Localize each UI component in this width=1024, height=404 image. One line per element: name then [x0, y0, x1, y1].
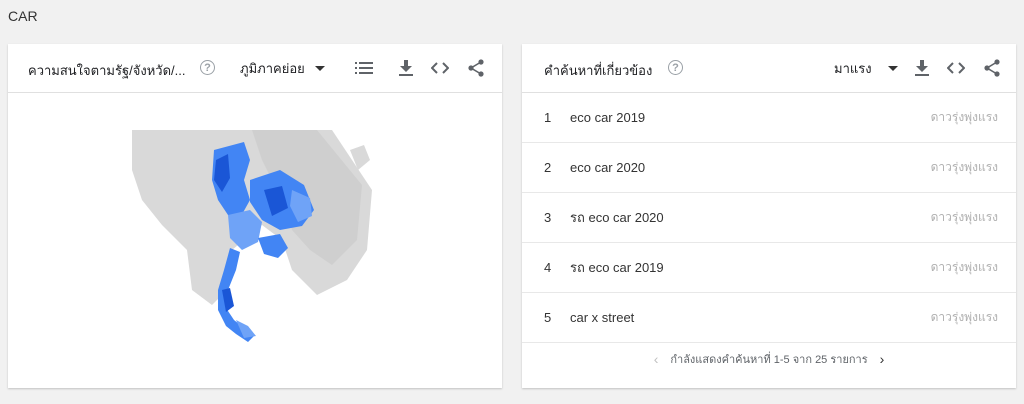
list-icon[interactable]	[354, 58, 374, 78]
query-text[interactable]: eco car 2019	[570, 110, 645, 125]
list-item[interactable]: 4 รถ eco car 2019 ดาวรุ่งพุ่งแรง	[522, 243, 1016, 293]
rank-number: 3	[544, 210, 552, 225]
card-title: ความสนใจตามรัฐ/จังหวัด/...	[28, 63, 186, 78]
trend-label: ดาวรุ่งพุ่งแรง	[930, 110, 998, 124]
page-title: CAR	[8, 8, 38, 24]
download-icon[interactable]	[912, 58, 932, 78]
chevron-right-icon[interactable]: ›	[880, 351, 885, 367]
trend-label: ดาวรุ่งพุ่งแรง	[930, 160, 998, 174]
thailand-region-map[interactable]	[132, 130, 372, 350]
share-icon[interactable]	[466, 58, 486, 78]
related-queries-list: 1 eco car 2019 ดาวรุ่งพุ่งแรง 2 eco car …	[522, 93, 1016, 343]
rank-number: 2	[544, 160, 552, 175]
help-icon[interactable]: ?	[200, 60, 215, 75]
chevron-down-icon	[314, 66, 325, 71]
query-text[interactable]: car x street	[570, 310, 634, 325]
interest-by-region-card: ความสนใจตามรัฐ/จังหวัด/... ? ภูมิภาคย่อย	[8, 44, 502, 388]
query-text[interactable]: eco car 2020	[570, 160, 645, 175]
sort-dropdown[interactable]: มาแรง	[834, 58, 898, 79]
trend-label: ดาวรุ่งพุ่งแรง	[930, 260, 998, 274]
card-header: คำค้นหาที่เกี่ยวข้อง ? มาแรง	[522, 44, 1016, 93]
share-icon[interactable]	[982, 58, 1002, 78]
list-item[interactable]: 1 eco car 2019 ดาวรุ่งพุ่งแรง	[522, 93, 1016, 143]
sort-dropdown-label: มาแรง	[834, 61, 872, 76]
related-queries-card: คำค้นหาที่เกี่ยวข้อง ? มาแรง 1 eco car 2…	[522, 44, 1016, 388]
chevron-left-icon[interactable]: ‹	[654, 351, 659, 367]
query-text[interactable]: รถ eco car 2020	[570, 207, 664, 228]
trend-label: ดาวรุ่งพุ่งแรง	[930, 310, 998, 324]
chevron-down-icon	[887, 66, 898, 71]
embed-icon[interactable]	[430, 58, 450, 78]
region-dropdown-label: ภูมิภาคย่อย	[240, 61, 305, 76]
pagination: ‹ กำลังแสดงคำค้นหาที่ 1-5 จาก 25 รายการ …	[522, 350, 1016, 368]
download-icon[interactable]	[396, 58, 416, 78]
region-dropdown[interactable]: ภูมิภาคย่อย	[240, 58, 325, 79]
card-title: คำค้นหาที่เกี่ยวข้อง	[544, 63, 653, 78]
list-item[interactable]: 5 car x street ดาวรุ่งพุ่งแรง	[522, 293, 1016, 343]
pagination-text: กำลังแสดงคำค้นหาที่ 1-5 จาก 25 รายการ	[670, 354, 868, 366]
list-item[interactable]: 2 eco car 2020 ดาวรุ่งพุ่งแรง	[522, 143, 1016, 193]
help-icon[interactable]: ?	[668, 60, 683, 75]
card-header: ความสนใจตามรัฐ/จังหวัด/... ? ภูมิภาคย่อย	[8, 44, 502, 93]
rank-number: 1	[544, 110, 552, 125]
rank-number: 4	[544, 260, 552, 275]
query-text[interactable]: รถ eco car 2019	[570, 257, 664, 278]
trend-label: ดาวรุ่งพุ่งแรง	[930, 210, 998, 224]
list-item[interactable]: 3 รถ eco car 2020 ดาวรุ่งพุ่งแรง	[522, 193, 1016, 243]
embed-icon[interactable]	[946, 58, 966, 78]
rank-number: 5	[544, 310, 552, 325]
